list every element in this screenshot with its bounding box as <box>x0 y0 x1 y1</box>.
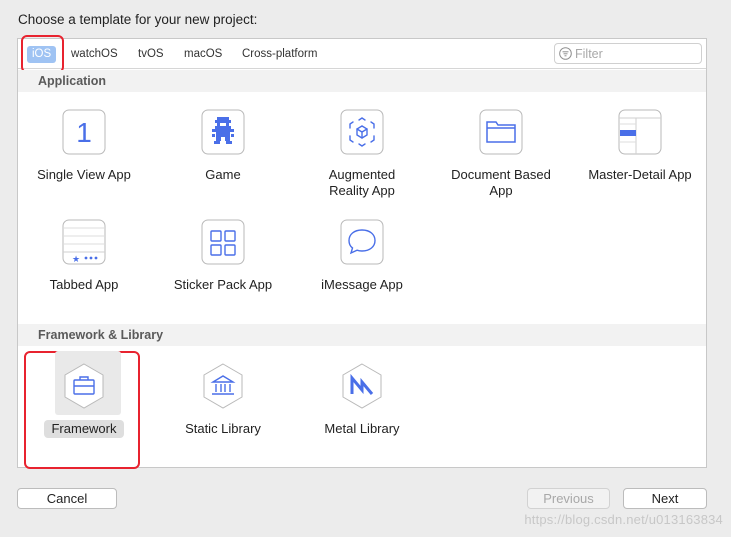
template-panel: iOS watchOS tvOS macOS Cross-platform Ap… <box>17 35 707 469</box>
tab-ios[interactable]: iOS <box>27 46 57 63</box>
static-library-icon <box>200 363 246 409</box>
game-icon <box>200 109 246 155</box>
template-master-detail-app[interactable]: Master-Detail App <box>577 109 703 184</box>
template-label: Single View App <box>37 167 131 182</box>
template-metal-library[interactable]: Metal Library <box>299 363 425 438</box>
svg-text:★: ★ <box>72 255 80 265</box>
template-static-library[interactable]: Static Library <box>160 363 286 438</box>
template-tabbed-app[interactable]: ★ Tabbed App <box>21 219 147 294</box>
metal-library-icon <box>339 363 385 409</box>
platform-tab-bar: iOS watchOS tvOS macOS Cross-platform <box>18 35 706 73</box>
template-document-based-app[interactable]: Document Based App <box>438 109 564 200</box>
template-label: Sticker Pack App <box>173 277 273 292</box>
tab-macos[interactable]: macOS <box>179 46 227 63</box>
dialog-title: Choose a template for your new project: <box>18 12 258 27</box>
filter-input[interactable] <box>575 46 695 61</box>
template-label: Master-Detail App <box>588 167 692 182</box>
previous-button[interactable]: Previous <box>527 488 610 509</box>
cancel-button[interactable]: Cancel <box>17 488 117 509</box>
tab-watchos[interactable]: watchOS <box>66 46 123 63</box>
single-view-app-icon: 1 <box>61 109 107 155</box>
section-application-header: Application <box>18 70 706 92</box>
svg-text:1: 1 <box>76 117 92 148</box>
template-imessage-app[interactable]: iMessage App <box>299 219 425 294</box>
watermark: https://blog.csdn.net/u013163834 <box>524 512 723 527</box>
sticker-pack-icon <box>200 219 246 265</box>
template-augmented-reality-app[interactable]: Augmented Reality App <box>299 109 425 200</box>
template-label: Document Based App <box>451 167 551 198</box>
imessage-app-icon <box>339 219 385 265</box>
template-label: Augmented Reality App <box>328 167 396 198</box>
section-framework-library-header: Framework & Library <box>18 324 706 346</box>
tabbed-app-icon: ★ <box>61 219 107 265</box>
tab-cross-platform[interactable]: Cross-platform <box>237 46 322 63</box>
framework-icon <box>61 363 107 409</box>
augmented-reality-icon <box>339 109 385 155</box>
template-label: Static Library <box>185 421 261 436</box>
next-button[interactable]: Next <box>623 488 707 509</box>
template-sticker-pack-app[interactable]: Sticker Pack App <box>160 219 286 294</box>
filter-icon <box>559 47 572 60</box>
document-based-app-icon <box>478 109 524 155</box>
template-label: Metal Library <box>324 421 400 436</box>
template-label: Game <box>205 167 241 182</box>
template-framework[interactable]: Framework <box>21 351 147 438</box>
filter-field[interactable] <box>554 43 702 64</box>
template-single-view-app[interactable]: 1 Single View App <box>21 109 147 184</box>
template-label: iMessage App <box>321 277 403 292</box>
template-label: Tabbed App <box>49 277 119 292</box>
template-label: Framework <box>44 420 124 438</box>
tab-tvos[interactable]: tvOS <box>133 46 169 63</box>
master-detail-app-icon <box>617 109 663 155</box>
template-game[interactable]: Game <box>160 109 286 184</box>
